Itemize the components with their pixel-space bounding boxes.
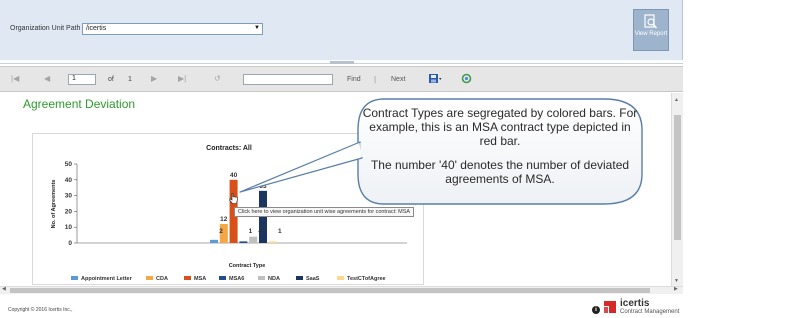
callout-line-2: The number '40' denotes the number of de… bbox=[370, 158, 630, 186]
icertis-logo-icon bbox=[604, 301, 616, 313]
footer: Copyright © 2016 Icertis Inc., i icertis… bbox=[0, 296, 800, 318]
scroll-left-icon[interactable]: ◀ bbox=[2, 286, 6, 292]
brand-tagline: Contract Management bbox=[620, 309, 680, 315]
copyright-text: Copyright © 2016 Icertis Inc., bbox=[8, 307, 73, 313]
info-icon[interactable]: i bbox=[592, 306, 600, 314]
vertical-scrollbar[interactable]: ▲ ▼ bbox=[671, 93, 683, 289]
horizontal-scroll-thumb[interactable] bbox=[10, 288, 650, 293]
horizontal-scrollbar[interactable]: ◀ ▶ bbox=[0, 286, 683, 294]
scroll-right-icon[interactable]: ▶ bbox=[674, 286, 678, 292]
callout-text: Contract Types are segregated by colored… bbox=[362, 106, 638, 186]
scroll-up-icon[interactable]: ▲ bbox=[674, 97, 679, 103]
report-viewer-window: Organization Unit Path /icertis ▼ View R… bbox=[0, 0, 800, 318]
brand-name: icertis bbox=[620, 298, 650, 309]
scroll-down-icon[interactable]: ▼ bbox=[674, 278, 679, 284]
vertical-scroll-thumb[interactable] bbox=[674, 115, 681, 240]
callout-line-1: Contract Types are segregated by colored… bbox=[362, 106, 638, 148]
